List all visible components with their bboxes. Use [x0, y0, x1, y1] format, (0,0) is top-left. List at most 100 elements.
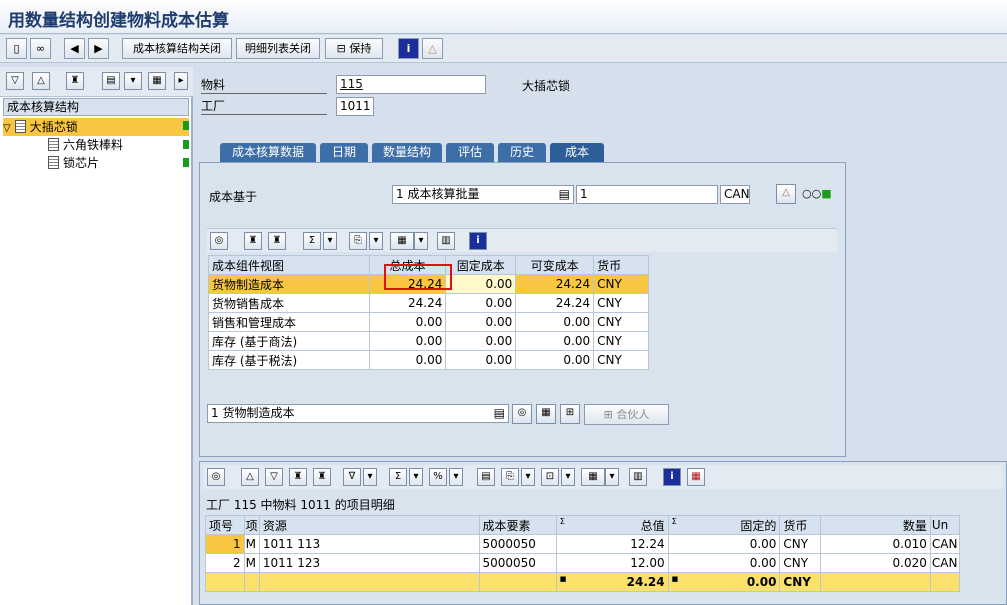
info-icon[interactable]: i [398, 38, 419, 59]
cost-base-select[interactable]: 1 成本核算批量 ▤ [392, 185, 574, 204]
cell: 12.00 [555, 553, 669, 573]
collapse-icon[interactable]: △ [32, 72, 50, 90]
dropdown-icon[interactable]: ▾ [561, 468, 575, 486]
dropdown-icon[interactable]: ▾ [449, 468, 463, 486]
find-icon[interactable]: ♜ [244, 232, 262, 250]
dropdown-icon[interactable]: ▾ [369, 232, 383, 250]
triangle-icon[interactable]: △ [422, 38, 443, 59]
new-document-icon[interactable]: ▯ [6, 38, 27, 59]
tree-item-root[interactable]: ▽ 大插芯锁 [3, 118, 189, 136]
total-mark-icon: ■ [559, 575, 567, 583]
sum-mark-icon: Σ [671, 516, 677, 526]
cell: CNY [593, 274, 649, 294]
chart-icon[interactable]: ▥ [437, 232, 455, 250]
tab-history[interactable]: 历史 [498, 143, 546, 162]
cell [243, 572, 260, 592]
export-icon[interactable]: ⎘ [349, 232, 367, 250]
col-header[interactable]: Σ 总值 [555, 515, 669, 535]
details-icon[interactable]: ◎ [512, 404, 532, 424]
partner-button[interactable]: ⊞ 合伙人 [584, 404, 669, 425]
find-next-icon[interactable]: ♜ [313, 468, 331, 486]
close-structure-button[interactable]: 成本核算结构关闭 [122, 38, 232, 59]
details-icon[interactable]: ◎ [210, 232, 228, 250]
dropdown-icon[interactable]: ▾ [323, 232, 337, 250]
table-row[interactable]: 库存 (基于商法) 0.00 0.00 0.00 CNY [208, 331, 649, 351]
plant-field[interactable]: 1011 [336, 97, 374, 116]
cell [820, 572, 931, 592]
layout-icon[interactable]: ▦ [581, 468, 605, 486]
col-header[interactable]: 货币 [593, 255, 649, 275]
tab-valuation[interactable]: 评估 [446, 143, 494, 162]
chart-icon[interactable]: ▥ [629, 468, 647, 486]
table-icon[interactable]: ▦ [536, 404, 556, 424]
tab-costing-data[interactable]: 成本核算数据 [220, 143, 316, 162]
sum-icon[interactable]: Σ [389, 468, 407, 486]
tab-costs[interactable]: 成本 [550, 143, 604, 162]
subtotal-icon[interactable]: % [429, 468, 447, 486]
next-arrow-icon[interactable]: ▶ [88, 38, 109, 59]
col-header[interactable]: 项 [243, 515, 260, 535]
col-header[interactable]: 固定成本 [445, 255, 517, 275]
cell: 1011 113 [258, 534, 480, 554]
tab-dates[interactable]: 日期 [320, 143, 368, 162]
details-icon[interactable]: ◎ [207, 468, 225, 486]
col-header[interactable]: Un [929, 515, 961, 535]
dropdown-icon[interactable]: ▾ [605, 468, 619, 486]
filter-icon[interactable]: ∇ [343, 468, 361, 486]
tab-qty-structure[interactable]: 数量结构 [372, 143, 442, 162]
cell: 1 [205, 534, 245, 554]
collapse-node-icon: ▽ [3, 123, 11, 134]
sum-icon[interactable]: Σ [303, 232, 321, 250]
col-header[interactable]: 资源 [258, 515, 480, 535]
col-header[interactable]: 成本组件视图 [208, 255, 370, 275]
table-row[interactable]: 1 M 1011 113 5000050 12.24 0.00 CNY 0.01… [205, 534, 961, 554]
prev-arrow-icon[interactable]: ◀ [64, 38, 85, 59]
col-header[interactable]: 数量 [820, 515, 931, 535]
more-icon[interactable]: ▸ [174, 72, 188, 90]
info-icon[interactable]: i [469, 232, 487, 250]
grid-red-icon[interactable]: ▦ [687, 468, 705, 486]
highlight-box [384, 264, 452, 290]
tree-item-child2[interactable]: 锁芯片 [48, 154, 99, 172]
dropdown-icon[interactable]: ▾ [521, 468, 535, 486]
layout-icon[interactable]: ▦ [390, 232, 414, 250]
col-header[interactable]: 项号 [205, 515, 245, 535]
material-field[interactable]: 115 [336, 75, 486, 94]
cell: 0.00 [368, 312, 447, 332]
expand-icon[interactable]: ▽ [6, 72, 24, 90]
col-header[interactable]: Σ 固定的 [667, 515, 781, 535]
keep-button[interactable]: ⊟ 保持 [325, 38, 383, 59]
spreadsheet-icon[interactable]: ⊡ [541, 468, 559, 486]
tree-item-child1[interactable]: 六角铁棒料 [48, 136, 123, 154]
dropdown-icon[interactable]: ▾ [409, 468, 423, 486]
table-row[interactable]: 2 M 1011 123 5000050 12.00 0.00 CNY 0.02… [205, 553, 961, 573]
cell: 0.00 [515, 312, 595, 332]
table-row[interactable]: 货物销售成本 24.24 0.00 24.24 CNY [208, 293, 649, 313]
info-icon[interactable]: i [663, 468, 681, 486]
find-next-icon[interactable]: ♜ [268, 232, 286, 250]
hierarchy-icon[interactable]: ⊞ [560, 404, 580, 424]
glasses-icon[interactable]: ∞ [30, 38, 51, 59]
cell: CNY [593, 312, 649, 332]
table-row[interactable]: 销售和管理成本 0.00 0.00 0.00 CNY [208, 312, 649, 332]
dropdown-icon[interactable]: ▾ [363, 468, 377, 486]
table-row[interactable]: 库存 (基于税法) 0.00 0.00 0.00 CNY [208, 350, 649, 370]
col-header[interactable]: 可变成本 [515, 255, 595, 275]
layout-icon[interactable]: ▦ [148, 72, 166, 90]
find-icon[interactable]: ♜ [289, 468, 307, 486]
print-icon[interactable]: ▤ [477, 468, 495, 486]
find-icon[interactable]: ♜ [66, 72, 84, 90]
sort-asc-icon[interactable]: △ [241, 468, 259, 486]
sort-desc-icon[interactable]: ▽ [265, 468, 283, 486]
export-icon[interactable]: ⎘ [501, 468, 519, 486]
cell: CNY [779, 534, 822, 554]
triangle-icon[interactable]: △ [776, 184, 796, 204]
close-detail-button[interactable]: 明细列表关闭 [236, 38, 320, 59]
view-select[interactable]: 1 货物制造成本 ▤ [207, 404, 509, 423]
dropdown-icon[interactable]: ▾ [414, 232, 428, 250]
col-header[interactable]: 货币 [779, 515, 822, 535]
col-header[interactable]: 成本要素 [478, 515, 557, 535]
dropdown-icon[interactable]: ▾ [124, 72, 142, 90]
dropdown-icon: ▤ [558, 187, 570, 201]
print-icon[interactable]: ▤ [102, 72, 120, 90]
